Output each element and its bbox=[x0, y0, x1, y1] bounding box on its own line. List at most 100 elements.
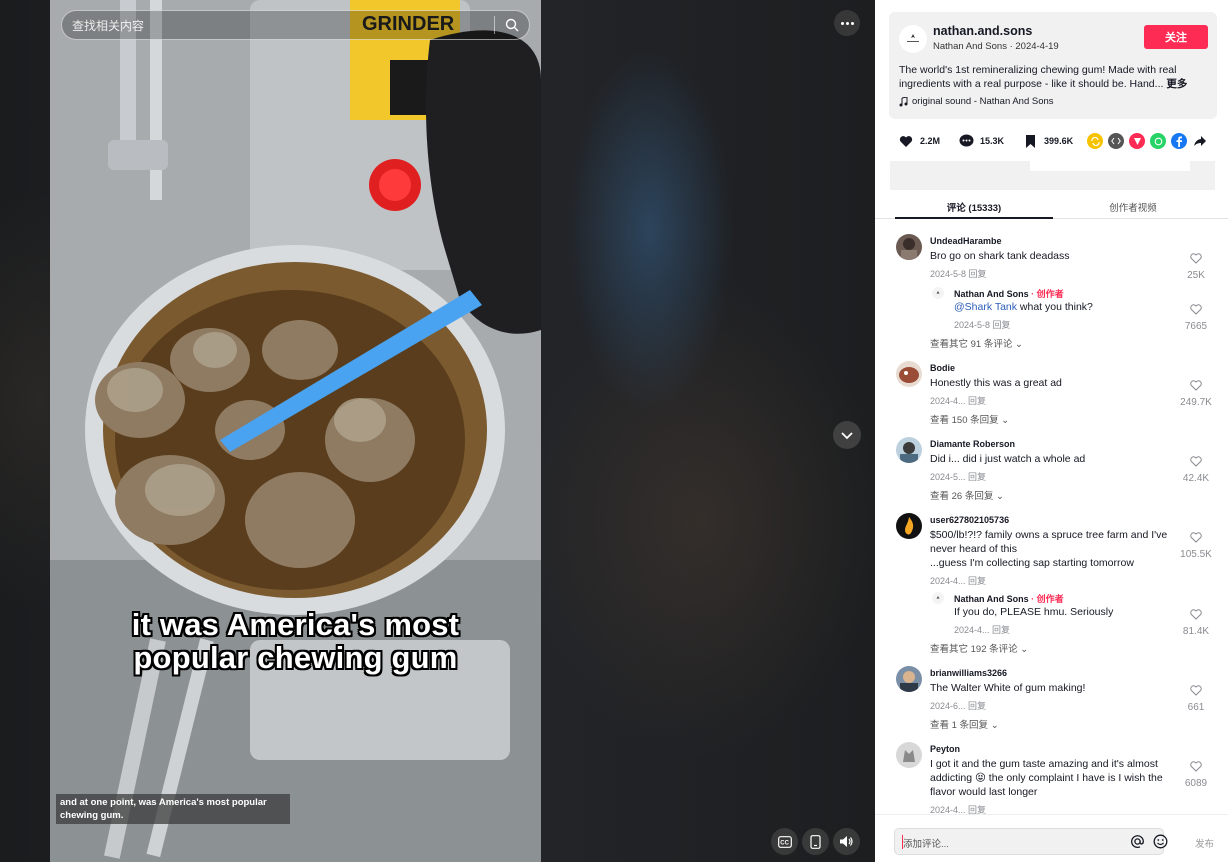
reply-meta: 2024-5-8 回复 bbox=[954, 320, 1011, 330]
facebook-icon[interactable] bbox=[1171, 133, 1187, 149]
reply-like-button[interactable]: 81.4K bbox=[1175, 607, 1217, 637]
comment-text-line: flavor would last longer bbox=[930, 786, 1038, 798]
comment-count: 15.3K bbox=[980, 136, 1005, 146]
more-options-button[interactable] bbox=[834, 10, 860, 36]
music-note-icon bbox=[899, 96, 908, 106]
brand-logo-icon bbox=[907, 34, 919, 42]
commenter-avatar[interactable] bbox=[896, 437, 922, 463]
commenter-name[interactable]: Bodie bbox=[930, 363, 955, 373]
volume-button[interactable] bbox=[833, 828, 860, 855]
repost-icon[interactable] bbox=[1087, 133, 1103, 149]
more-link[interactable]: 更多 bbox=[1166, 78, 1187, 90]
comment-meta: 2024-4... 回复 bbox=[930, 396, 987, 406]
view-more-label: 查看其它 91 条评论 ⌄ bbox=[930, 339, 1023, 350]
heart-outline-icon bbox=[1190, 253, 1202, 264]
embed-icon[interactable] bbox=[1108, 133, 1124, 149]
follow-button[interactable]: 关注 bbox=[1144, 25, 1208, 49]
comment-like-button[interactable]: 661 bbox=[1175, 683, 1217, 713]
video-subtitle: and at one point, was America's most pop… bbox=[56, 794, 290, 824]
send-to-friends-icon[interactable] bbox=[1129, 133, 1145, 149]
view-more-label: 查看其它 192 条评论 ⌄ bbox=[930, 644, 1029, 655]
comment-text: The Walter White of gum making! bbox=[930, 682, 1086, 694]
search-button[interactable] bbox=[495, 11, 529, 39]
search-input[interactable]: 查找相关内容 bbox=[62, 17, 494, 34]
volume-icon bbox=[840, 836, 853, 847]
mention-icon[interactable] bbox=[1130, 834, 1145, 849]
comment-like-button[interactable]: 105.5K bbox=[1175, 530, 1217, 560]
reply-author[interactable]: Nathan And Sons · 创作者 bbox=[954, 592, 1064, 605]
heart-icon bbox=[897, 132, 915, 150]
comment-like-button[interactable]: 25K bbox=[1175, 251, 1217, 281]
mobile-view-button[interactable] bbox=[802, 828, 829, 855]
heart-outline-icon bbox=[1190, 532, 1202, 543]
commenter-name[interactable]: UndeadHarambe bbox=[930, 236, 1002, 246]
post-comment-button[interactable]: 发布 bbox=[1195, 836, 1214, 850]
reply-author[interactable]: Nathan And Sons · 创作者 bbox=[954, 287, 1064, 300]
heart-outline-icon bbox=[1190, 380, 1202, 391]
commenter-avatar[interactable] bbox=[896, 513, 922, 539]
reply-like-count: 81.4K bbox=[1182, 626, 1210, 637]
link-copy-area bbox=[890, 161, 1215, 190]
svg-text:CC: CC bbox=[780, 840, 789, 846]
like-button[interactable]: 2.2M bbox=[897, 132, 940, 150]
creator-badge: · 创作者 bbox=[1028, 289, 1064, 299]
emoji-icon[interactable] bbox=[1153, 834, 1168, 849]
reply-like-button[interactable]: 7665 bbox=[1175, 302, 1217, 332]
search-bar[interactable]: 查找相关内容 bbox=[61, 10, 530, 40]
comment-meta: 2024-6... 回复 bbox=[930, 701, 987, 711]
reply-meta: 2024-4... 回复 bbox=[954, 625, 1011, 635]
heart-outline-icon bbox=[1190, 304, 1202, 315]
whatsapp-icon[interactable] bbox=[1150, 133, 1166, 149]
commenter-avatar[interactable] bbox=[896, 666, 922, 692]
commenter-avatar[interactable] bbox=[896, 234, 922, 260]
share-arrow-icon[interactable] bbox=[1192, 133, 1208, 149]
comment-input[interactable]: 添加评论... bbox=[894, 828, 1168, 855]
tab-creator-videos[interactable]: 创作者视频 bbox=[1053, 200, 1213, 214]
commenter-avatar[interactable] bbox=[896, 361, 922, 387]
mention-link[interactable]: @Shark Tank bbox=[954, 301, 1017, 313]
comment-text: Bro go on shark tank deadass bbox=[930, 250, 1070, 262]
creator-avatar[interactable] bbox=[932, 592, 944, 604]
comment-text-line: I got it and the gum taste amazing and i… bbox=[930, 758, 1158, 770]
cc-icon: CC bbox=[777, 835, 792, 848]
commenter-name[interactable]: brianwilliams3266 bbox=[930, 668, 1007, 678]
reply-like-count: 7665 bbox=[1184, 321, 1208, 332]
comment-like-count: 249.7K bbox=[1180, 397, 1212, 408]
comment-like-button[interactable]: 42.4K bbox=[1175, 454, 1217, 484]
comment-text-line: ...guess I'm collecting sap starting tom… bbox=[930, 557, 1134, 569]
music-link[interactable]: original sound - Nathan And Sons bbox=[899, 96, 1054, 107]
author-avatar[interactable] bbox=[899, 25, 927, 53]
chevron-down-icon bbox=[841, 432, 853, 440]
music-title: original sound - Nathan And Sons bbox=[912, 96, 1054, 107]
next-video-button[interactable] bbox=[833, 421, 861, 449]
comment-text: Did i... did i just watch a whole ad bbox=[930, 453, 1086, 465]
comment-text: $500/lb!?!? family owns a spruce tree fa… bbox=[930, 528, 1185, 570]
commenter-name[interactable]: Peyton bbox=[930, 744, 960, 754]
commenter-name[interactable]: user627802105736 bbox=[930, 515, 1009, 525]
heart-outline-icon bbox=[1190, 761, 1202, 772]
comment-meta: 2024-5-8 回复 bbox=[930, 269, 987, 279]
comment-icon bbox=[957, 132, 975, 150]
comment-text: Honestly this was a great ad bbox=[930, 377, 1062, 389]
share-options bbox=[1087, 133, 1208, 149]
comment-input-placeholder: 添加评论... bbox=[903, 839, 949, 850]
captions-button[interactable]: CC bbox=[771, 828, 798, 855]
commenter-avatar[interactable] bbox=[896, 742, 922, 768]
tab-comments[interactable]: 评论 (15333) bbox=[895, 200, 1053, 219]
post-description: The world's 1st remineralizing chewing g… bbox=[899, 63, 1209, 91]
post-info-card: nathan.and.sons Nathan And Sons · 2024-4… bbox=[889, 12, 1217, 119]
comment-button[interactable]: 15.3K bbox=[957, 132, 1004, 150]
creator-avatar[interactable] bbox=[932, 287, 944, 299]
commenter-name[interactable]: Diamante Roberson bbox=[930, 439, 1015, 449]
save-button[interactable]: 399.6K bbox=[1021, 132, 1073, 150]
comment-like-count: 25K bbox=[1187, 270, 1205, 281]
search-icon bbox=[505, 18, 519, 32]
author-username[interactable]: nathan.and.sons bbox=[933, 24, 1032, 38]
comment-like-button[interactable]: 249.7K bbox=[1175, 378, 1217, 408]
reply-author-name: Nathan And Sons bbox=[954, 594, 1029, 604]
comment-like-count: 42.4K bbox=[1182, 473, 1210, 484]
video-player[interactable]: GRINDER bbox=[50, 0, 541, 862]
video-caption-line2: popular chewing gum bbox=[133, 640, 458, 675]
details-panel: nathan.and.sons Nathan And Sons · 2024-4… bbox=[875, 0, 1228, 862]
comment-like-button[interactable]: 6089 bbox=[1175, 759, 1217, 789]
